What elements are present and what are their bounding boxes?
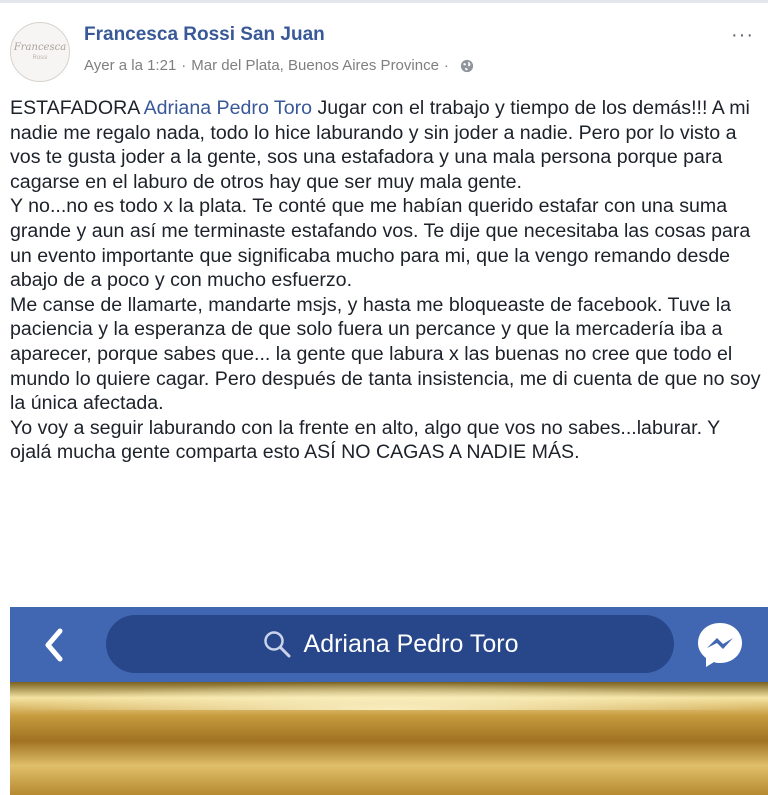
chevron-left-icon	[45, 628, 63, 662]
more-options-button[interactable]: ···	[731, 24, 754, 47]
meta-separator: ·	[181, 57, 187, 74]
screenshot-gold-banner	[10, 682, 768, 795]
globe-icon	[460, 59, 474, 72]
post-text-body: Jugar con el trabajo y tiempo de los dem…	[10, 97, 761, 464]
attached-screenshot[interactable]: Adriana Pedro Toro	[10, 607, 768, 795]
mention-link[interactable]: Adriana Pedro Toro	[144, 97, 312, 119]
search-icon	[263, 631, 291, 658]
top-border	[0, 0, 768, 3]
post-text: ESTAFADORA Adriana Pedro Toro Jugar con …	[10, 96, 766, 465]
meta-separator-2: ·	[443, 57, 449, 74]
avatar-logo-text: Francesca	[13, 42, 67, 53]
screenshot-search-field: Adriana Pedro Toro	[106, 615, 674, 673]
screenshot-top-bar: Adriana Pedro Toro	[10, 607, 768, 682]
screenshot-search-text: Adriana Pedro Toro	[303, 629, 519, 658]
post-location[interactable]: Mar del Plata, Buenos Aires Province	[191, 57, 439, 74]
post-text-prefix: ESTAFADORA	[10, 97, 144, 119]
post-author-name[interactable]: Francesca Rossi San Juan	[84, 24, 325, 46]
post-timestamp[interactable]: Ayer a la 1:21	[84, 57, 176, 74]
gold-sheen	[10, 682, 768, 710]
avatar[interactable]: Francesca Rossi	[10, 22, 70, 82]
post-meta: Ayer a la 1:21 · Mar del Plata, Buenos A…	[84, 57, 474, 74]
messenger-icon	[698, 623, 742, 667]
avatar-logo-subtext: Rossi	[32, 55, 48, 61]
